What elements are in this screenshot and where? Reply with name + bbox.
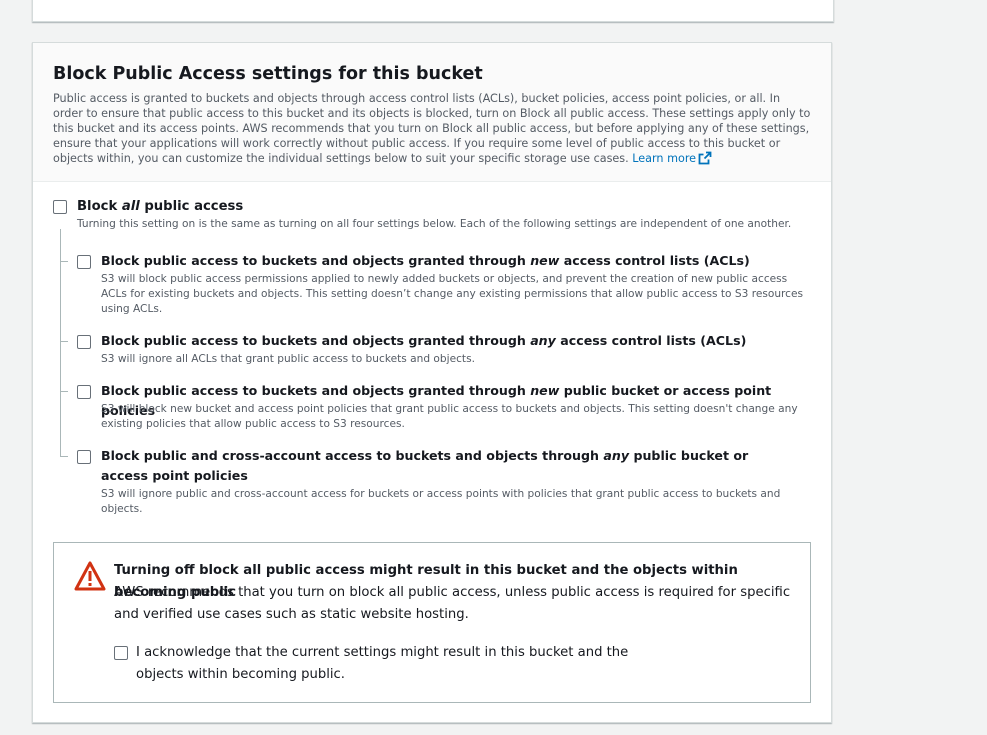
previous-section-card (32, 0, 834, 22)
card-title: Block Public Access settings for this bu… (53, 64, 483, 84)
acknowledge-checkbox[interactable] (114, 646, 128, 660)
block-cross-account-description: S3 will ignore public and cross-account … (101, 488, 781, 515)
block-cross-account-checkbox[interactable] (77, 450, 91, 464)
tree-branch (60, 261, 68, 262)
learn-more-label: Learn more (632, 152, 697, 165)
option-label-pre: Block public and cross-account access to… (101, 448, 604, 463)
block-all-description: Turning this setting on is the same as t… (77, 218, 792, 230)
option-label-pre: Block public access to buckets and objec… (101, 333, 531, 348)
tree-branch (60, 391, 68, 392)
block-all-label-em: all (121, 199, 140, 214)
block-cross-account-label: Block public and cross-account access to… (101, 446, 791, 486)
warning-text: AWS recommends that you turn on block al… (114, 585, 791, 622)
option-label-pre: Block public access to buckets and objec… (101, 383, 531, 398)
external-link-icon (698, 151, 712, 169)
option-label-post: access control lists (ACLs) (559, 253, 750, 268)
learn-more-link[interactable]: Learn more (632, 151, 712, 165)
warning-alert: Turning off block all public access migh… (53, 542, 811, 703)
block-new-acls-description: S3 will block public access permissions … (101, 273, 804, 315)
block-all-checkbox[interactable] (53, 200, 67, 214)
option-label-pre: Block public access to buckets and objec… (101, 253, 531, 268)
warning-icon (74, 560, 106, 596)
block-public-access-card: Block Public Access settings for this bu… (32, 42, 832, 723)
block-all-label-post: public access (139, 199, 244, 214)
card-description: Public access is granted to buckets and … (53, 91, 811, 169)
tree-branch (60, 341, 68, 342)
block-new-policies-checkbox[interactable] (77, 385, 91, 399)
option-label-em: new (530, 253, 560, 268)
option-label-em: any (530, 333, 556, 348)
block-all-label-pre: Block (77, 199, 122, 214)
acknowledge-label: I acknowledge that the current settings … (136, 645, 629, 682)
block-any-acls-checkbox[interactable] (77, 335, 91, 349)
tree-branch (60, 456, 68, 457)
option-label-em: any (603, 448, 630, 463)
block-all-label: Block all public access (77, 197, 243, 217)
block-new-acls-checkbox[interactable] (77, 255, 91, 269)
block-any-acls-label: Block public access to buckets and objec… (101, 331, 801, 351)
tree-line (60, 229, 61, 456)
block-new-acls-label: Block public access to buckets and objec… (101, 251, 801, 271)
option-label-post: access control lists (ACLs) (555, 333, 747, 348)
block-any-acls-description: S3 will ignore all ACLs that grant publi… (101, 353, 475, 365)
card-header: Block Public Access settings for this bu… (33, 43, 831, 182)
block-new-policies-description: S3 will block new bucket and access poin… (101, 403, 798, 430)
option-label-em: new (530, 383, 560, 398)
